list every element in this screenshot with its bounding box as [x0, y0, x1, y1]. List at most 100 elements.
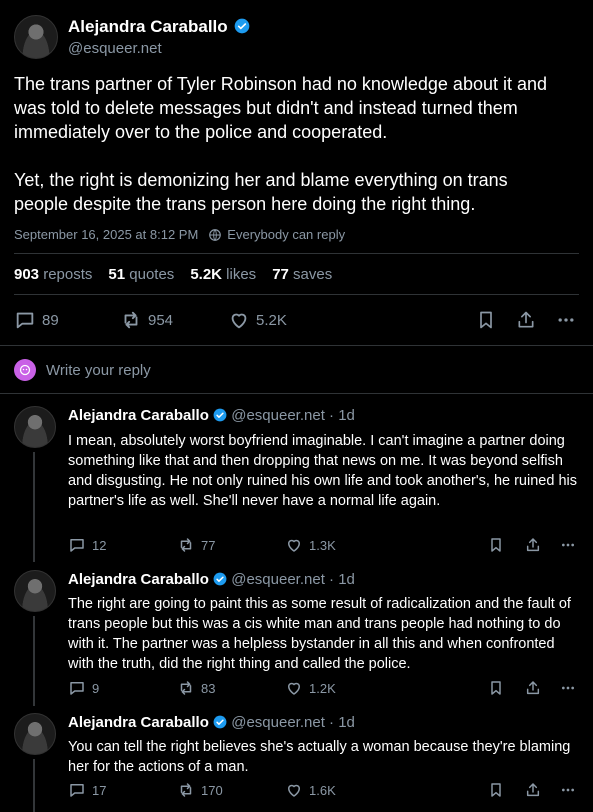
- saves-stat[interactable]: 77 saves: [272, 266, 332, 283]
- divider: [0, 345, 593, 346]
- reply-avatar[interactable]: [14, 406, 56, 448]
- reply-text: You can tell the right believes she's ac…: [68, 739, 571, 775]
- reply-text: The right are going to paint this as som…: [68, 596, 571, 672]
- post-paragraph-2: Yet, the right is demonizing her and bla…: [14, 170, 508, 214]
- reply-button[interactable]: 17: [68, 781, 106, 799]
- post-timestamp[interactable]: September 16, 2025 at 8:12 PM: [14, 227, 198, 242]
- author-avatar[interactable]: [14, 15, 58, 59]
- reply-handle[interactable]: @esqueer.net: [231, 714, 325, 731]
- repost-count: 77: [201, 537, 216, 553]
- reply-handle[interactable]: @esqueer.net: [231, 407, 325, 424]
- more-icon[interactable]: [555, 310, 577, 330]
- more-icon[interactable]: [559, 782, 577, 798]
- reply-button[interactable]: 12: [68, 536, 106, 554]
- composer-avatar: [14, 359, 36, 381]
- verified-badge-icon: [235, 18, 250, 34]
- reply-icon: [70, 784, 84, 797]
- reply-header: Alejandra Caraballo @esqueer.net · 1d: [68, 714, 355, 731]
- quotes-label: quotes: [129, 266, 175, 283]
- repost-icon: [180, 783, 192, 797]
- reply-count: 89: [42, 311, 59, 329]
- divider: [0, 393, 593, 394]
- more-icon[interactable]: [559, 537, 577, 553]
- separator: ·: [329, 714, 335, 731]
- likes-count: 5.2K: [190, 266, 222, 283]
- like-button[interactable]: 5.2K: [228, 309, 287, 331]
- heart-icon: [288, 682, 300, 695]
- reply-author-name[interactable]: Alejandra Caraballo: [68, 571, 209, 588]
- quotes-count: 51: [108, 266, 126, 283]
- reply-age[interactable]: 1d: [338, 407, 355, 424]
- reply-avatar[interactable]: [14, 713, 56, 755]
- bookmark-icon[interactable]: [488, 537, 504, 553]
- reply-setting: Everybody can reply: [227, 227, 346, 242]
- reply-age[interactable]: 1d: [338, 571, 355, 588]
- reply-composer[interactable]: Write your reply: [14, 359, 151, 381]
- repost-icon: [180, 681, 192, 695]
- reply-button[interactable]: 9: [68, 679, 99, 697]
- likes-label: likes: [226, 266, 257, 283]
- thread-line: [33, 616, 35, 706]
- reply-handle[interactable]: @esqueer.net: [231, 571, 325, 588]
- reply-header: Alejandra Caraballo @esqueer.net · 1d: [68, 571, 355, 588]
- saves-count: 77: [272, 266, 289, 283]
- reply-count: 17: [92, 782, 107, 798]
- more-icon[interactable]: [559, 680, 577, 696]
- post-paragraph-1: The trans partner of Tyler Robinson had …: [14, 74, 548, 142]
- separator: ·: [329, 571, 335, 588]
- divider: [14, 253, 579, 254]
- repost-icon: [180, 538, 192, 552]
- reply-placeholder[interactable]: Write your reply: [46, 362, 151, 379]
- reply-header: Alejandra Caraballo @esqueer.net · 1d: [68, 407, 355, 424]
- heart-icon: [288, 539, 300, 552]
- reposts-label: reposts: [43, 266, 93, 283]
- quotes-stat[interactable]: 51 quotes: [108, 266, 174, 283]
- repost-count: 954: [148, 311, 174, 329]
- repost-count: 170: [201, 782, 223, 798]
- reply-author-name[interactable]: Alejandra Caraballo: [68, 407, 209, 424]
- heart-icon: [231, 313, 247, 329]
- like-count: 1.2K: [309, 680, 336, 696]
- reply-count: 9: [92, 680, 100, 696]
- verified-badge-icon: [213, 572, 227, 585]
- like-button[interactable]: 1.2K: [285, 679, 336, 697]
- like-button[interactable]: 1.3K: [285, 536, 336, 554]
- saves-label: saves: [293, 266, 333, 283]
- repost-button[interactable]: 170: [177, 781, 223, 799]
- bookmark-icon[interactable]: [476, 310, 496, 330]
- share-icon[interactable]: [525, 537, 541, 553]
- separator: ·: [329, 407, 335, 424]
- post-stats: 903 reposts 51 quotes 5.2K likes 77 save…: [14, 266, 332, 283]
- reply-text: I mean, absolutely worst boyfriend imagi…: [68, 433, 577, 509]
- reply-count: 12: [92, 537, 107, 553]
- share-icon[interactable]: [525, 782, 541, 798]
- reply-button[interactable]: 89: [14, 309, 59, 331]
- bookmark-icon[interactable]: [488, 782, 504, 798]
- author-handle[interactable]: @esqueer.net: [68, 40, 162, 57]
- repost-icon: [124, 311, 138, 329]
- author-name[interactable]: Alejandra Caraballo: [68, 17, 228, 36]
- reply-icon: [70, 682, 84, 695]
- repost-button[interactable]: 77: [177, 536, 215, 554]
- heart-icon: [288, 784, 300, 797]
- like-count: 5.2K: [256, 311, 287, 329]
- like-count: 1.6K: [309, 782, 336, 798]
- reposts-stat[interactable]: 903 reposts: [14, 266, 92, 283]
- reply-author-name[interactable]: Alejandra Caraballo: [68, 714, 209, 731]
- repost-button[interactable]: 83: [177, 679, 215, 697]
- likes-stat[interactable]: 5.2K likes: [190, 266, 256, 283]
- post-meta-row: September 16, 2025 at 8:12 PM Everybody …: [14, 227, 345, 242]
- share-icon[interactable]: [525, 680, 541, 696]
- repost-button[interactable]: 954: [120, 309, 173, 331]
- reply-icon: [70, 539, 84, 552]
- divider: [14, 294, 579, 295]
- reply-icon: [16, 312, 34, 329]
- like-button[interactable]: 1.6K: [285, 781, 336, 799]
- globe-icon: [209, 228, 222, 241]
- bookmark-icon[interactable]: [488, 680, 504, 696]
- reply-age[interactable]: 1d: [338, 714, 355, 731]
- reply-avatar[interactable]: [14, 570, 56, 612]
- reposts-count: 903: [14, 266, 40, 283]
- verified-badge-icon: [213, 715, 227, 728]
- share-icon[interactable]: [516, 310, 536, 330]
